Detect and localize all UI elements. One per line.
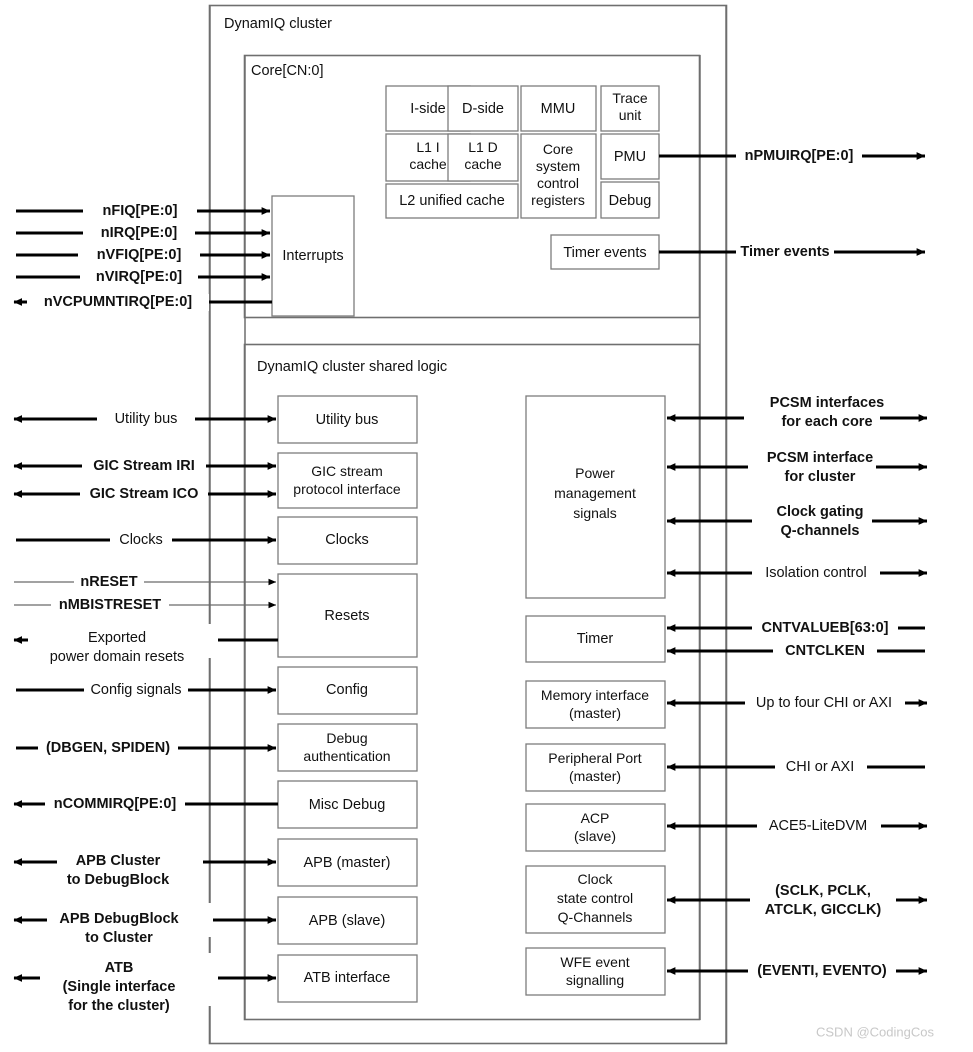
block-l2-label: L2 unified cache [399,193,505,209]
signal-eventi-evento: (EVENTI, EVENTO) [757,963,887,979]
block-interrupts-label: Interrupts [282,248,343,264]
block-l1d-cache-label: L1 Dcache [464,139,502,172]
signal-isolation-control: Isolation control [765,565,867,581]
signal-config-signals: Config signals [90,682,181,698]
signal-nvcpumntirq: nVCPUMNTIRQ[PE:0] [44,294,192,310]
block-timer-label: Timer [577,631,614,647]
signal-cntvalueb: CNTVALUEB[63:0] [761,620,888,636]
shared-logic-title: DynamIQ cluster shared logic [257,359,447,375]
block-debug-label: Debug [609,193,652,209]
block-clocks-label: Clocks [325,532,369,548]
block-config-label: Config [326,682,368,698]
core-title: Core[CN:0] [251,63,324,79]
block-utility-bus-label: Utility bus [316,412,379,428]
signal-chi-or-axi: CHI or AXI [786,759,855,775]
signal-cntclken: CNTCLKEN [785,643,865,659]
signal-nvirq: nVIRQ[PE:0] [96,269,182,285]
signal-gic-stream-iri: GIC Stream IRI [93,458,195,474]
signal-nirq: nIRQ[PE:0] [101,225,178,241]
signal-ncommirq: nCOMMIRQ[PE:0] [54,796,177,812]
block-misc-debug-label: Misc Debug [309,797,386,813]
signal-nmbistreset: nMBISTRESET [59,597,161,613]
dynamiq-cluster-diagram: DynamIQ cluster Core[CN:0] DynamIQ clust… [0,0,973,1052]
block-mmu-label: MMU [541,101,576,117]
signal-timer-events: Timer events [740,244,829,260]
signal-nreset: nRESET [80,574,137,590]
block-pmu-label: PMU [614,149,646,165]
signal-up-to-four-chi-axi: Up to four CHI or AXI [756,695,892,711]
signal-utility-bus: Utility bus [115,411,178,427]
signal-nvfiq: nVFIQ[PE:0] [97,247,182,263]
block-atb-interface-label: ATB interface [304,970,391,986]
signal-clocks: Clocks [119,532,163,548]
signal-gic-stream-ico: GIC Stream ICO [90,486,199,502]
block-apb-master-label: APB (master) [303,855,390,871]
svg-text:nFIQ[PE:0]: nFIQ[PE:0] [103,203,178,219]
signal-ace5-litedvm: ACE5-LiteDVM [769,818,867,834]
block-d-side-label: D-side [462,101,504,117]
block-timer-events-label: Timer events [563,245,646,261]
watermark: CSDN @CodingCos [816,1024,934,1039]
signal-dbgen-spiden: (DBGEN, SPIDEN) [46,740,170,756]
cluster-title: DynamIQ cluster [224,16,332,32]
block-resets-label: Resets [324,608,369,624]
signal-npmuirq: nPMUIRQ[PE:0] [745,148,854,164]
block-apb-slave-label: APB (slave) [309,913,386,929]
block-i-side-label: I-side [410,101,445,117]
